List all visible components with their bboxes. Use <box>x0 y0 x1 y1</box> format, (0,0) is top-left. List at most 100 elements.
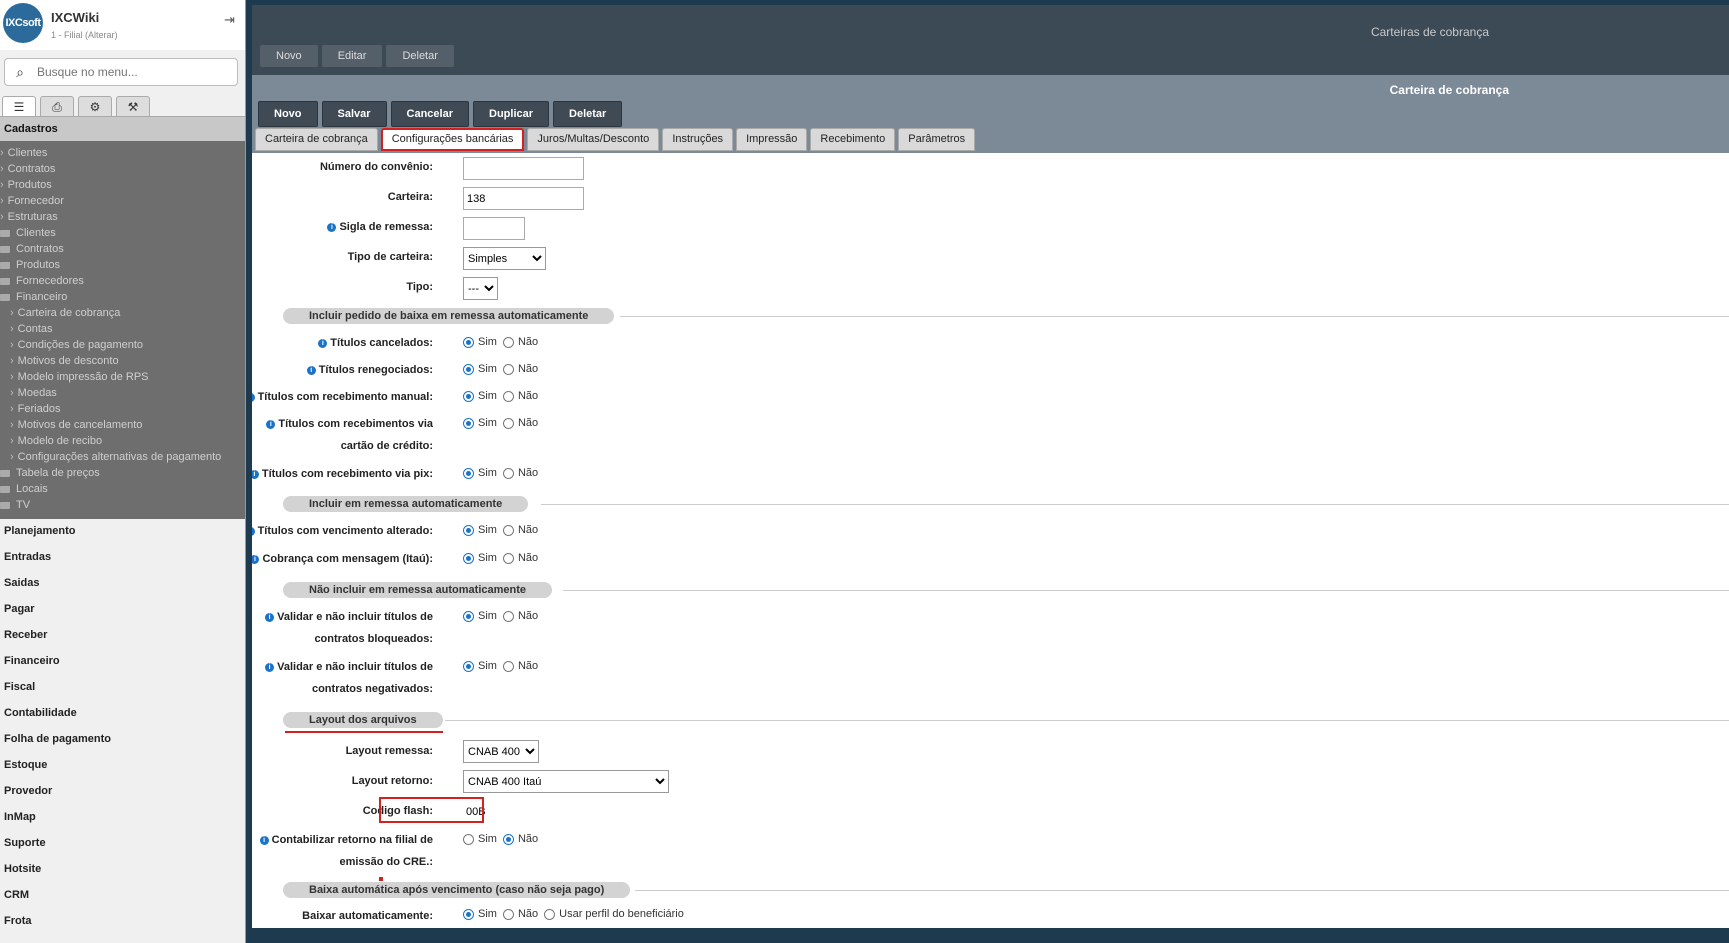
menu-item[interactable]: Entradas <box>0 544 245 570</box>
info-icon[interactable]: i <box>252 527 255 536</box>
filial-selector[interactable]: 1 - Filial (Alterar) <box>51 30 118 40</box>
menu-item[interactable]: CRM <box>0 882 245 908</box>
info-icon[interactable]: i <box>252 393 255 402</box>
tree-item[interactable]: › Carteira de cobrança <box>0 305 245 321</box>
tab-impressao[interactable]: Impressão <box>736 128 808 151</box>
menu-item[interactable]: Suporte <box>0 830 245 856</box>
tree-item[interactable]: › Condições de pagamento <box>0 337 245 353</box>
tree-item[interactable]: Fornecedores <box>0 273 245 289</box>
tree-item[interactable]: › Configurações alternativas de pagamento <box>0 449 245 465</box>
tipo-select[interactable]: --- <box>463 277 498 300</box>
tab-instrucoes[interactable]: Instruções <box>662 128 734 151</box>
bg-delete-button[interactable]: Deletar <box>386 45 454 67</box>
print-icon[interactable]: ⎙ <box>40 96 74 117</box>
tree-title-cadastros[interactable]: Cadastros <box>0 117 245 141</box>
tree-item[interactable]: › Clientes <box>0 145 245 161</box>
delete-button[interactable]: Deletar <box>553 101 623 127</box>
radio-nao[interactable] <box>502 390 514 402</box>
menu-item[interactable]: Pagar <box>0 596 245 622</box>
layout-retorno-select[interactable]: CNAB 400 Itaú <box>463 770 669 793</box>
radio-nao[interactable] <box>502 524 514 536</box>
bg-new-button[interactable]: Novo <box>260 45 318 67</box>
tree-item[interactable]: › Fornecedor <box>0 193 245 209</box>
menu-search[interactable]: ⌕ <box>4 58 238 86</box>
tree-item[interactable]: › Moedas <box>0 385 245 401</box>
tree-item[interactable]: › Contas <box>0 321 245 337</box>
new-button[interactable]: Novo <box>258 101 318 127</box>
radio-nao[interactable] <box>502 660 514 672</box>
info-icon[interactable]: i <box>252 555 260 564</box>
sigla-remessa-input[interactable] <box>463 217 525 240</box>
radio-nao[interactable] <box>502 552 514 564</box>
radio-sim[interactable] <box>463 660 474 672</box>
info-icon[interactable]: i <box>265 613 275 622</box>
radio-sim[interactable] <box>463 336 474 348</box>
info-icon[interactable]: i <box>266 420 276 429</box>
radio-sim[interactable] <box>463 390 474 402</box>
app-logo[interactable]: IXCsoft <box>3 3 43 43</box>
info-icon[interactable]: i <box>252 470 259 479</box>
menu-item[interactable]: Contabilidade <box>0 700 245 726</box>
radio-nao[interactable] <box>502 833 514 845</box>
tree-item[interactable]: Produtos <box>0 257 245 273</box>
tree-item[interactable]: Financeiro <box>0 289 245 305</box>
settings-icon[interactable]: ⚙ <box>78 96 112 117</box>
menu-item[interactable]: Hotsite <box>0 856 245 882</box>
numero-convenio-input[interactable] <box>463 157 584 180</box>
radio-nao[interactable] <box>502 417 514 429</box>
tree-item[interactable]: › Motivos de cancelamento <box>0 417 245 433</box>
save-button[interactable]: Salvar <box>321 101 387 127</box>
menu-item[interactable]: InMap <box>0 804 245 830</box>
info-icon[interactable]: i <box>306 366 316 375</box>
tree-item[interactable]: › Motivos de desconto <box>0 353 245 369</box>
menu-item[interactable]: Financeiro <box>0 648 245 674</box>
menu-item[interactable]: Estoque <box>0 752 245 778</box>
tab-parametros[interactable]: Parâmetros <box>898 128 976 151</box>
layout-remessa-select[interactable]: CNAB 400 <box>463 740 539 763</box>
search-input[interactable] <box>35 64 229 80</box>
info-icon[interactable]: i <box>327 223 337 232</box>
radio-sim[interactable] <box>463 417 474 429</box>
radio-nao[interactable] <box>502 363 514 375</box>
tree-item[interactable]: Locais <box>0 481 245 497</box>
radio-nao[interactable] <box>502 336 514 348</box>
tree-item[interactable]: › Modelo de recibo <box>0 433 245 449</box>
menu-item[interactable]: Provedor <box>0 778 245 804</box>
tab-juros-multas-desconto[interactable]: Juros/Multas/Desconto <box>527 128 660 151</box>
info-icon[interactable]: i <box>265 663 275 672</box>
menu-item[interactable]: Folha de pagamento <box>0 726 245 752</box>
list-icon[interactable]: ☰ <box>2 96 36 117</box>
duplicate-button[interactable]: Duplicar <box>473 101 550 127</box>
tab-recebimento[interactable]: Recebimento <box>810 128 896 151</box>
radio-sim[interactable] <box>463 552 474 564</box>
tree-item[interactable]: › Produtos <box>0 177 245 193</box>
logout-icon[interactable]: ⇥ <box>224 12 235 28</box>
radio-sim[interactable] <box>463 908 474 920</box>
tab-configuracoes-bancarias[interactable]: Configurações bancárias <box>380 128 525 151</box>
tipo-carteira-select[interactable]: Simples <box>463 247 546 270</box>
radio-nao[interactable] <box>502 610 514 622</box>
tree-item[interactable]: › Estruturas <box>0 209 245 225</box>
radio-usar-perfil[interactable] <box>544 908 556 920</box>
tree-item[interactable]: Clientes <box>0 225 245 241</box>
radio-sim[interactable] <box>463 610 474 622</box>
menu-item[interactable]: Receber <box>0 622 245 648</box>
radio-sim[interactable] <box>463 833 474 845</box>
cancel-button[interactable]: Cancelar <box>390 101 470 127</box>
menu-item[interactable]: Planejamento <box>0 518 245 544</box>
tab-carteira-cobranca[interactable]: Carteira de cobrança <box>255 128 378 151</box>
tree-item[interactable]: › Modelo impressão de RPS <box>0 369 245 385</box>
tree-item[interactable]: › Feriados <box>0 401 245 417</box>
menu-item[interactable]: Saidas <box>0 570 245 596</box>
info-icon[interactable]: i <box>318 339 328 348</box>
carteira-input[interactable] <box>463 187 584 210</box>
wrench-icon[interactable]: ⚒ <box>116 96 150 117</box>
radio-nao[interactable] <box>502 467 514 479</box>
menu-item[interactable]: Frota <box>0 908 245 934</box>
tree-item[interactable]: TV <box>0 497 245 513</box>
tree-item[interactable]: Contratos <box>0 241 245 257</box>
menu-item[interactable]: Fiscal <box>0 674 245 700</box>
radio-sim[interactable] <box>463 524 474 536</box>
info-icon[interactable]: i <box>259 836 269 845</box>
tree-item[interactable]: › Contratos <box>0 161 245 177</box>
